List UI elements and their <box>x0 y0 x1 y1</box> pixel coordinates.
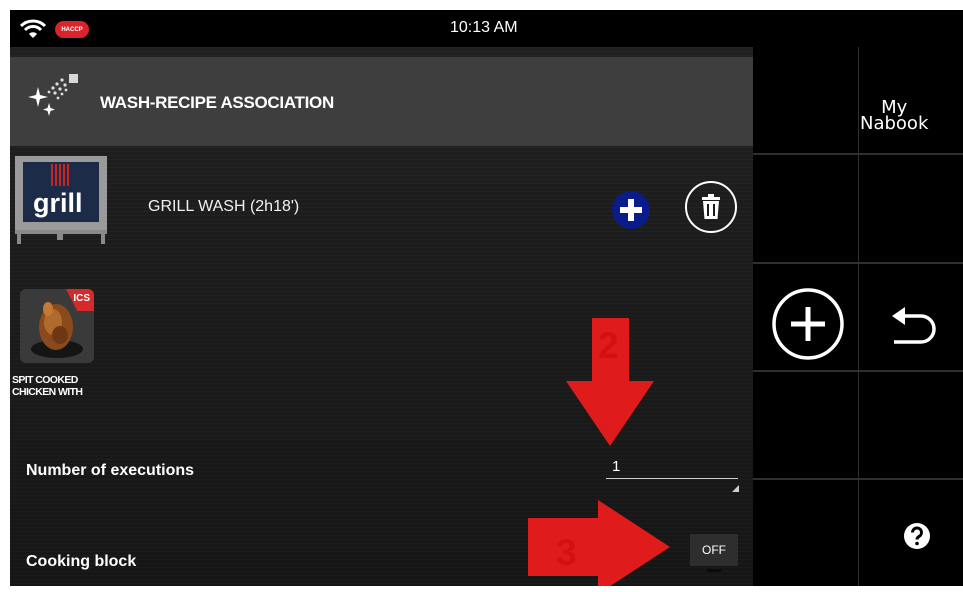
annotation-number-3: 3 <box>556 532 577 573</box>
annotation-number-2: 2 <box>598 325 619 366</box>
recipe-name: SPIT COOKED CHICKEN WITH <box>12 374 112 398</box>
wash-sparkle-icon <box>28 74 78 116</box>
back-arrow-icon <box>892 307 936 344</box>
sidebar-divider <box>753 370 963 372</box>
page-title: WASH-RECIPE ASSOCIATION <box>100 93 334 112</box>
recipe-tile[interactable]: ICS <box>20 289 94 363</box>
sidebar-divider <box>858 47 859 586</box>
trash-icon <box>702 194 720 219</box>
back-button[interactable] <box>888 305 940 345</box>
wifi-icon <box>20 19 46 38</box>
haccp-badge[interactable]: HACCP <box>55 21 89 38</box>
my-nabook-logo[interactable]: My Nabook <box>860 99 929 134</box>
cooking-block-label: Cooking block <box>26 553 137 570</box>
toggle-indicator <box>707 569 721 572</box>
logo-line2: Nabook <box>860 113 929 134</box>
sidebar-divider <box>753 262 963 264</box>
add-button[interactable] <box>770 286 846 362</box>
add-recipe-button[interactable] <box>612 191 650 229</box>
grill-text: grill <box>33 188 83 218</box>
status-bar: HACCP 10:13 AM <box>10 10 963 47</box>
device-screen: HACCP 10:13 AM WASH-RECIPE ASSOCIATION g… <box>10 10 963 586</box>
wash-program-label: GRILL WASH (2h18') <box>148 198 300 215</box>
delete-wash-button[interactable] <box>685 181 737 233</box>
sidebar-divider <box>753 153 963 155</box>
plus-icon <box>620 199 642 221</box>
help-button[interactable] <box>903 522 931 550</box>
header-bar: WASH-RECIPE ASSOCIATION <box>10 57 753 146</box>
clock: 10:13 AM <box>450 19 518 36</box>
recipe-name-line2: CHICKEN WITH <box>12 386 83 398</box>
grill-wash-thumbnail[interactable]: grill <box>13 154 109 244</box>
input-resize-corner <box>732 485 739 492</box>
executions-input[interactable] <box>606 455 738 479</box>
recipe-name-line1: SPIT COOKED <box>12 374 78 386</box>
cooking-block-toggle[interactable]: OFF <box>690 534 738 566</box>
add-circle-icon <box>772 288 844 360</box>
executions-label: Number of executions <box>26 462 195 479</box>
annotation-arrow-3 <box>528 500 670 586</box>
help-icon <box>904 523 930 549</box>
sidebar-divider <box>753 478 963 480</box>
